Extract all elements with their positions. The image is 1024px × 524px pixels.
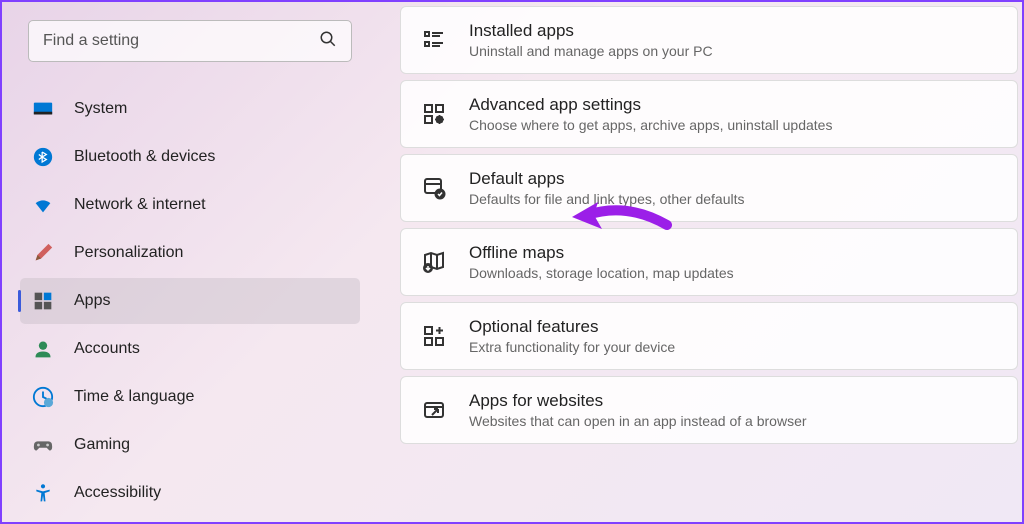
sidebar-item-bluetooth[interactable]: Bluetooth & devices	[20, 134, 360, 180]
card-desc: Uninstall and manage apps on your PC	[469, 43, 713, 59]
card-desc: Choose where to get apps, archive apps, …	[469, 117, 832, 133]
search-icon	[319, 30, 337, 53]
nav-list: System Bluetooth & devices Network & int…	[20, 86, 360, 516]
card-title: Installed apps	[469, 21, 713, 41]
sidebar-item-label: Accessibility	[74, 484, 161, 502]
main-content: Installed apps Uninstall and manage apps…	[380, 2, 1022, 522]
sidebar-item-system[interactable]: System	[20, 86, 360, 132]
card-title: Default apps	[469, 169, 744, 189]
sidebar-item-time[interactable]: Time & language	[20, 374, 360, 420]
sidebar-item-label: System	[74, 100, 127, 118]
list-icon	[421, 27, 447, 53]
card-title: Optional features	[469, 317, 675, 337]
search-box[interactable]	[28, 20, 352, 62]
clock-globe-icon	[32, 386, 54, 408]
card-desc: Downloads, storage location, map updates	[469, 265, 734, 281]
card-desc: Websites that can open in an app instead…	[469, 413, 807, 429]
wifi-icon	[32, 194, 54, 216]
grid-gear-icon	[421, 101, 447, 127]
card-apps-for-websites[interactable]: Apps for websites Websites that can open…	[400, 376, 1018, 444]
card-optional-features[interactable]: Optional features Extra functionality fo…	[400, 302, 1018, 370]
system-icon	[32, 98, 54, 120]
sidebar-item-apps[interactable]: Apps	[20, 278, 360, 324]
sidebar-item-label: Apps	[74, 292, 110, 310]
card-desc: Extra functionality for your device	[469, 339, 675, 355]
window-check-icon	[421, 175, 447, 201]
card-title: Offline maps	[469, 243, 734, 263]
sidebar-item-network[interactable]: Network & internet	[20, 182, 360, 228]
gamepad-icon	[32, 434, 54, 456]
grid-plus-icon	[421, 323, 447, 349]
sidebar: System Bluetooth & devices Network & int…	[20, 2, 380, 522]
sidebar-item-label: Bluetooth & devices	[74, 148, 215, 166]
card-title: Advanced app settings	[469, 95, 832, 115]
sidebar-item-label: Network & internet	[74, 196, 206, 214]
window-launch-icon	[421, 397, 447, 423]
card-desc: Defaults for file and link types, other …	[469, 191, 744, 207]
person-icon	[32, 338, 54, 360]
sidebar-item-label: Time & language	[74, 388, 194, 406]
sidebar-item-label: Accounts	[74, 340, 140, 358]
card-title: Apps for websites	[469, 391, 807, 411]
brush-icon	[32, 242, 54, 264]
bluetooth-icon	[32, 146, 54, 168]
card-advanced-app-settings[interactable]: Advanced app settings Choose where to ge…	[400, 80, 1018, 148]
sidebar-item-personalization[interactable]: Personalization	[20, 230, 360, 276]
sidebar-item-gaming[interactable]: Gaming	[20, 422, 360, 468]
sidebar-item-accessibility[interactable]: Accessibility	[20, 470, 360, 516]
card-offline-maps[interactable]: Offline maps Downloads, storage location…	[400, 228, 1018, 296]
sidebar-item-accounts[interactable]: Accounts	[20, 326, 360, 372]
card-default-apps[interactable]: Default apps Defaults for file and link …	[400, 154, 1018, 222]
sidebar-item-label: Gaming	[74, 436, 130, 454]
apps-icon	[32, 290, 54, 312]
map-download-icon	[421, 249, 447, 275]
card-installed-apps[interactable]: Installed apps Uninstall and manage apps…	[400, 6, 1018, 74]
sidebar-item-label: Personalization	[74, 244, 183, 262]
accessibility-icon	[32, 482, 54, 504]
search-input[interactable]	[43, 32, 319, 50]
